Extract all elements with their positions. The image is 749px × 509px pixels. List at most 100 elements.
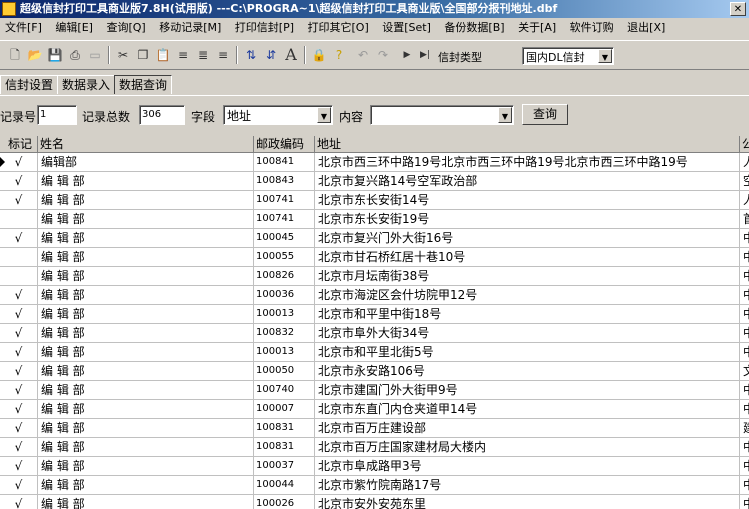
cell-address[interactable]: 北京市东长安街19号 bbox=[315, 210, 740, 229]
tab-data-entry[interactable]: 数据录入 bbox=[57, 75, 116, 94]
cell-extra[interactable]: 空 bbox=[740, 172, 749, 191]
cell-postcode[interactable]: 100831 bbox=[254, 419, 315, 438]
cell-extra[interactable]: 中 bbox=[740, 267, 749, 286]
cell-postcode[interactable]: 100037 bbox=[254, 457, 315, 476]
table-row[interactable]: √编 辑 部100013北京市和平里北街5号中 bbox=[0, 343, 749, 362]
menu-about[interactable]: 关于[A] bbox=[513, 18, 561, 38]
cell-mark[interactable]: √ bbox=[0, 438, 38, 457]
print-icon[interactable]: ⎙ bbox=[66, 45, 84, 65]
cell-address[interactable]: 北京市阜成路甲3号 bbox=[315, 457, 740, 476]
cell-extra[interactable]: 中 bbox=[740, 476, 749, 495]
table-row[interactable]: √编 辑 部100037北京市阜成路甲3号中 bbox=[0, 457, 749, 476]
next-record-icon[interactable]: ▶ bbox=[398, 45, 416, 65]
col-header-postcode[interactable]: 邮政编码 bbox=[254, 136, 315, 153]
preview-icon[interactable]: ▭ bbox=[86, 45, 104, 65]
cell-extra[interactable]: 建 bbox=[740, 419, 749, 438]
cell-name[interactable]: 编 辑 部 bbox=[38, 229, 254, 248]
chevron-down-icon[interactable]: ▼ bbox=[598, 49, 612, 63]
cell-postcode[interactable]: 100013 bbox=[254, 343, 315, 362]
help-icon[interactable]: ? bbox=[330, 45, 348, 65]
query-button[interactable]: 查询 bbox=[522, 104, 568, 125]
col-header-extra[interactable]: 公 bbox=[740, 136, 749, 153]
cell-extra[interactable]: 中 bbox=[740, 495, 749, 509]
cell-mark[interactable]: √ bbox=[0, 153, 38, 172]
table-row[interactable]: 编 辑 部100826北京市月坛南街38号中 bbox=[0, 267, 749, 286]
table-row[interactable]: 编 辑 部100055北京市甘石桥红居十巷10号中 bbox=[0, 248, 749, 267]
cell-address[interactable]: 北京市甘石桥红居十巷10号 bbox=[315, 248, 740, 267]
table-row[interactable]: √ 编辑部 100841 北京市西三环中路19号北京市西三环中路19号北京市西三环中路… bbox=[0, 153, 749, 172]
table-row[interactable]: √编 辑 部100036北京市海淀区会什坊院甲12号中 bbox=[0, 286, 749, 305]
cell-mark[interactable]: √ bbox=[0, 495, 38, 509]
cell-extra[interactable]: 中 bbox=[740, 248, 749, 267]
cell-extra[interactable]: 中 bbox=[740, 305, 749, 324]
table-row[interactable]: √编 辑 部100026北京市安外安苑东里中 bbox=[0, 495, 749, 509]
cell-mark[interactable]: √ bbox=[0, 324, 38, 343]
sort-asc-icon[interactable]: ⇅ bbox=[242, 45, 260, 65]
cell-address[interactable]: 北京市和平里中街18号 bbox=[315, 305, 740, 324]
cell-address[interactable]: 北京市永安路106号 bbox=[315, 362, 740, 381]
cell-name[interactable]: 编 辑 部 bbox=[38, 191, 254, 210]
new-icon[interactable]: 🗋 bbox=[6, 45, 24, 65]
col-header-name[interactable]: 姓名 bbox=[38, 136, 254, 153]
cell-extra[interactable]: 中 bbox=[740, 343, 749, 362]
table-row[interactable]: √编 辑 部100045北京市复兴门外大街16号中 bbox=[0, 229, 749, 248]
cell-address[interactable]: 北京市建国门外大街甲9号 bbox=[315, 381, 740, 400]
menu-settings[interactable]: 设置[Set] bbox=[377, 18, 436, 38]
undo-icon[interactable]: ↶ bbox=[354, 45, 372, 65]
save-icon[interactable]: 💾 bbox=[46, 45, 64, 65]
cell-name[interactable]: 编 辑 部 bbox=[38, 381, 254, 400]
cell-mark[interactable]: √ bbox=[0, 476, 38, 495]
cell-mark[interactable] bbox=[0, 210, 38, 229]
menu-print-other[interactable]: 打印其它[O] bbox=[303, 18, 374, 38]
cell-extra[interactable]: 中 bbox=[740, 438, 749, 457]
paste-icon[interactable]: 📋 bbox=[154, 45, 172, 65]
cell-mark[interactable]: √ bbox=[0, 400, 38, 419]
open-icon[interactable]: 📂 bbox=[26, 45, 44, 65]
font-icon[interactable]: A bbox=[282, 45, 300, 65]
cell-address[interactable]: 北京市百万庄建设部 bbox=[315, 419, 740, 438]
col-header-mark[interactable]: 标记 bbox=[0, 136, 38, 153]
cell-name[interactable]: 编辑部 bbox=[38, 153, 254, 172]
cell-address[interactable]: 北京市紫竹院南路17号 bbox=[315, 476, 740, 495]
cell-name[interactable]: 编 辑 部 bbox=[38, 476, 254, 495]
cell-postcode[interactable]: 100007 bbox=[254, 400, 315, 419]
table-row[interactable]: √编 辑 部100740北京市建国门外大街甲9号中 bbox=[0, 381, 749, 400]
field-select[interactable]: 地址 ▼ bbox=[223, 105, 333, 125]
cell-mark[interactable]: √ bbox=[0, 191, 38, 210]
content-select[interactable]: ▼ bbox=[370, 105, 514, 125]
envelope-type-select[interactable]: 国内DL信封 ▼ bbox=[522, 47, 614, 65]
cell-mark[interactable]: √ bbox=[0, 419, 38, 438]
cell-postcode[interactable]: 100044 bbox=[254, 476, 315, 495]
cell-address[interactable]: 北京市海淀区会什坊院甲12号 bbox=[315, 286, 740, 305]
cell-extra[interactable]: 文 bbox=[740, 362, 749, 381]
cell-name[interactable]: 编 辑 部 bbox=[38, 210, 254, 229]
cell-name[interactable]: 编 辑 部 bbox=[38, 286, 254, 305]
cell-address[interactable]: 北京市安外安苑东里 bbox=[315, 495, 740, 509]
menu-print-envelope[interactable]: 打印信封[P] bbox=[230, 18, 299, 38]
cell-extra[interactable]: 中 bbox=[740, 381, 749, 400]
cell-name[interactable]: 编 辑 部 bbox=[38, 248, 254, 267]
cell-name[interactable]: 编 辑 部 bbox=[38, 267, 254, 286]
cell-mark[interactable]: √ bbox=[0, 381, 38, 400]
menu-file[interactable]: 文件[F] bbox=[0, 18, 47, 38]
cell-mark[interactable]: √ bbox=[0, 362, 38, 381]
cell-postcode[interactable]: 100026 bbox=[254, 495, 315, 509]
menu-backup[interactable]: 备份数据[B] bbox=[439, 18, 509, 38]
cell-name[interactable]: 编 辑 部 bbox=[38, 343, 254, 362]
menu-order[interactable]: 软件订购 bbox=[565, 18, 619, 38]
cell-extra[interactable]: 中 bbox=[740, 457, 749, 476]
cell-name[interactable]: 编 辑 部 bbox=[38, 362, 254, 381]
record-no-input[interactable]: 1 bbox=[37, 105, 77, 125]
cell-extra[interactable]: 中 bbox=[740, 324, 749, 343]
cell-extra[interactable]: 中 bbox=[740, 229, 749, 248]
cell-postcode[interactable]: 100055 bbox=[254, 248, 315, 267]
table-row[interactable]: 编 辑 部100741北京市东长安街19号首 bbox=[0, 210, 749, 229]
cell-name[interactable]: 编 辑 部 bbox=[38, 495, 254, 509]
tab-data-query[interactable]: 数据查询 bbox=[114, 75, 173, 94]
table-row[interactable]: √编 辑 部100050北京市永安路106号文 bbox=[0, 362, 749, 381]
cell-postcode[interactable]: 100841 bbox=[254, 153, 315, 172]
table-row[interactable]: √编 辑 部100831北京市百万庄国家建材局大楼内中 bbox=[0, 438, 749, 457]
last-record-icon[interactable]: ▶| bbox=[416, 45, 434, 65]
cell-postcode[interactable]: 100740 bbox=[254, 381, 315, 400]
close-window-button[interactable]: ✕ bbox=[730, 2, 746, 16]
